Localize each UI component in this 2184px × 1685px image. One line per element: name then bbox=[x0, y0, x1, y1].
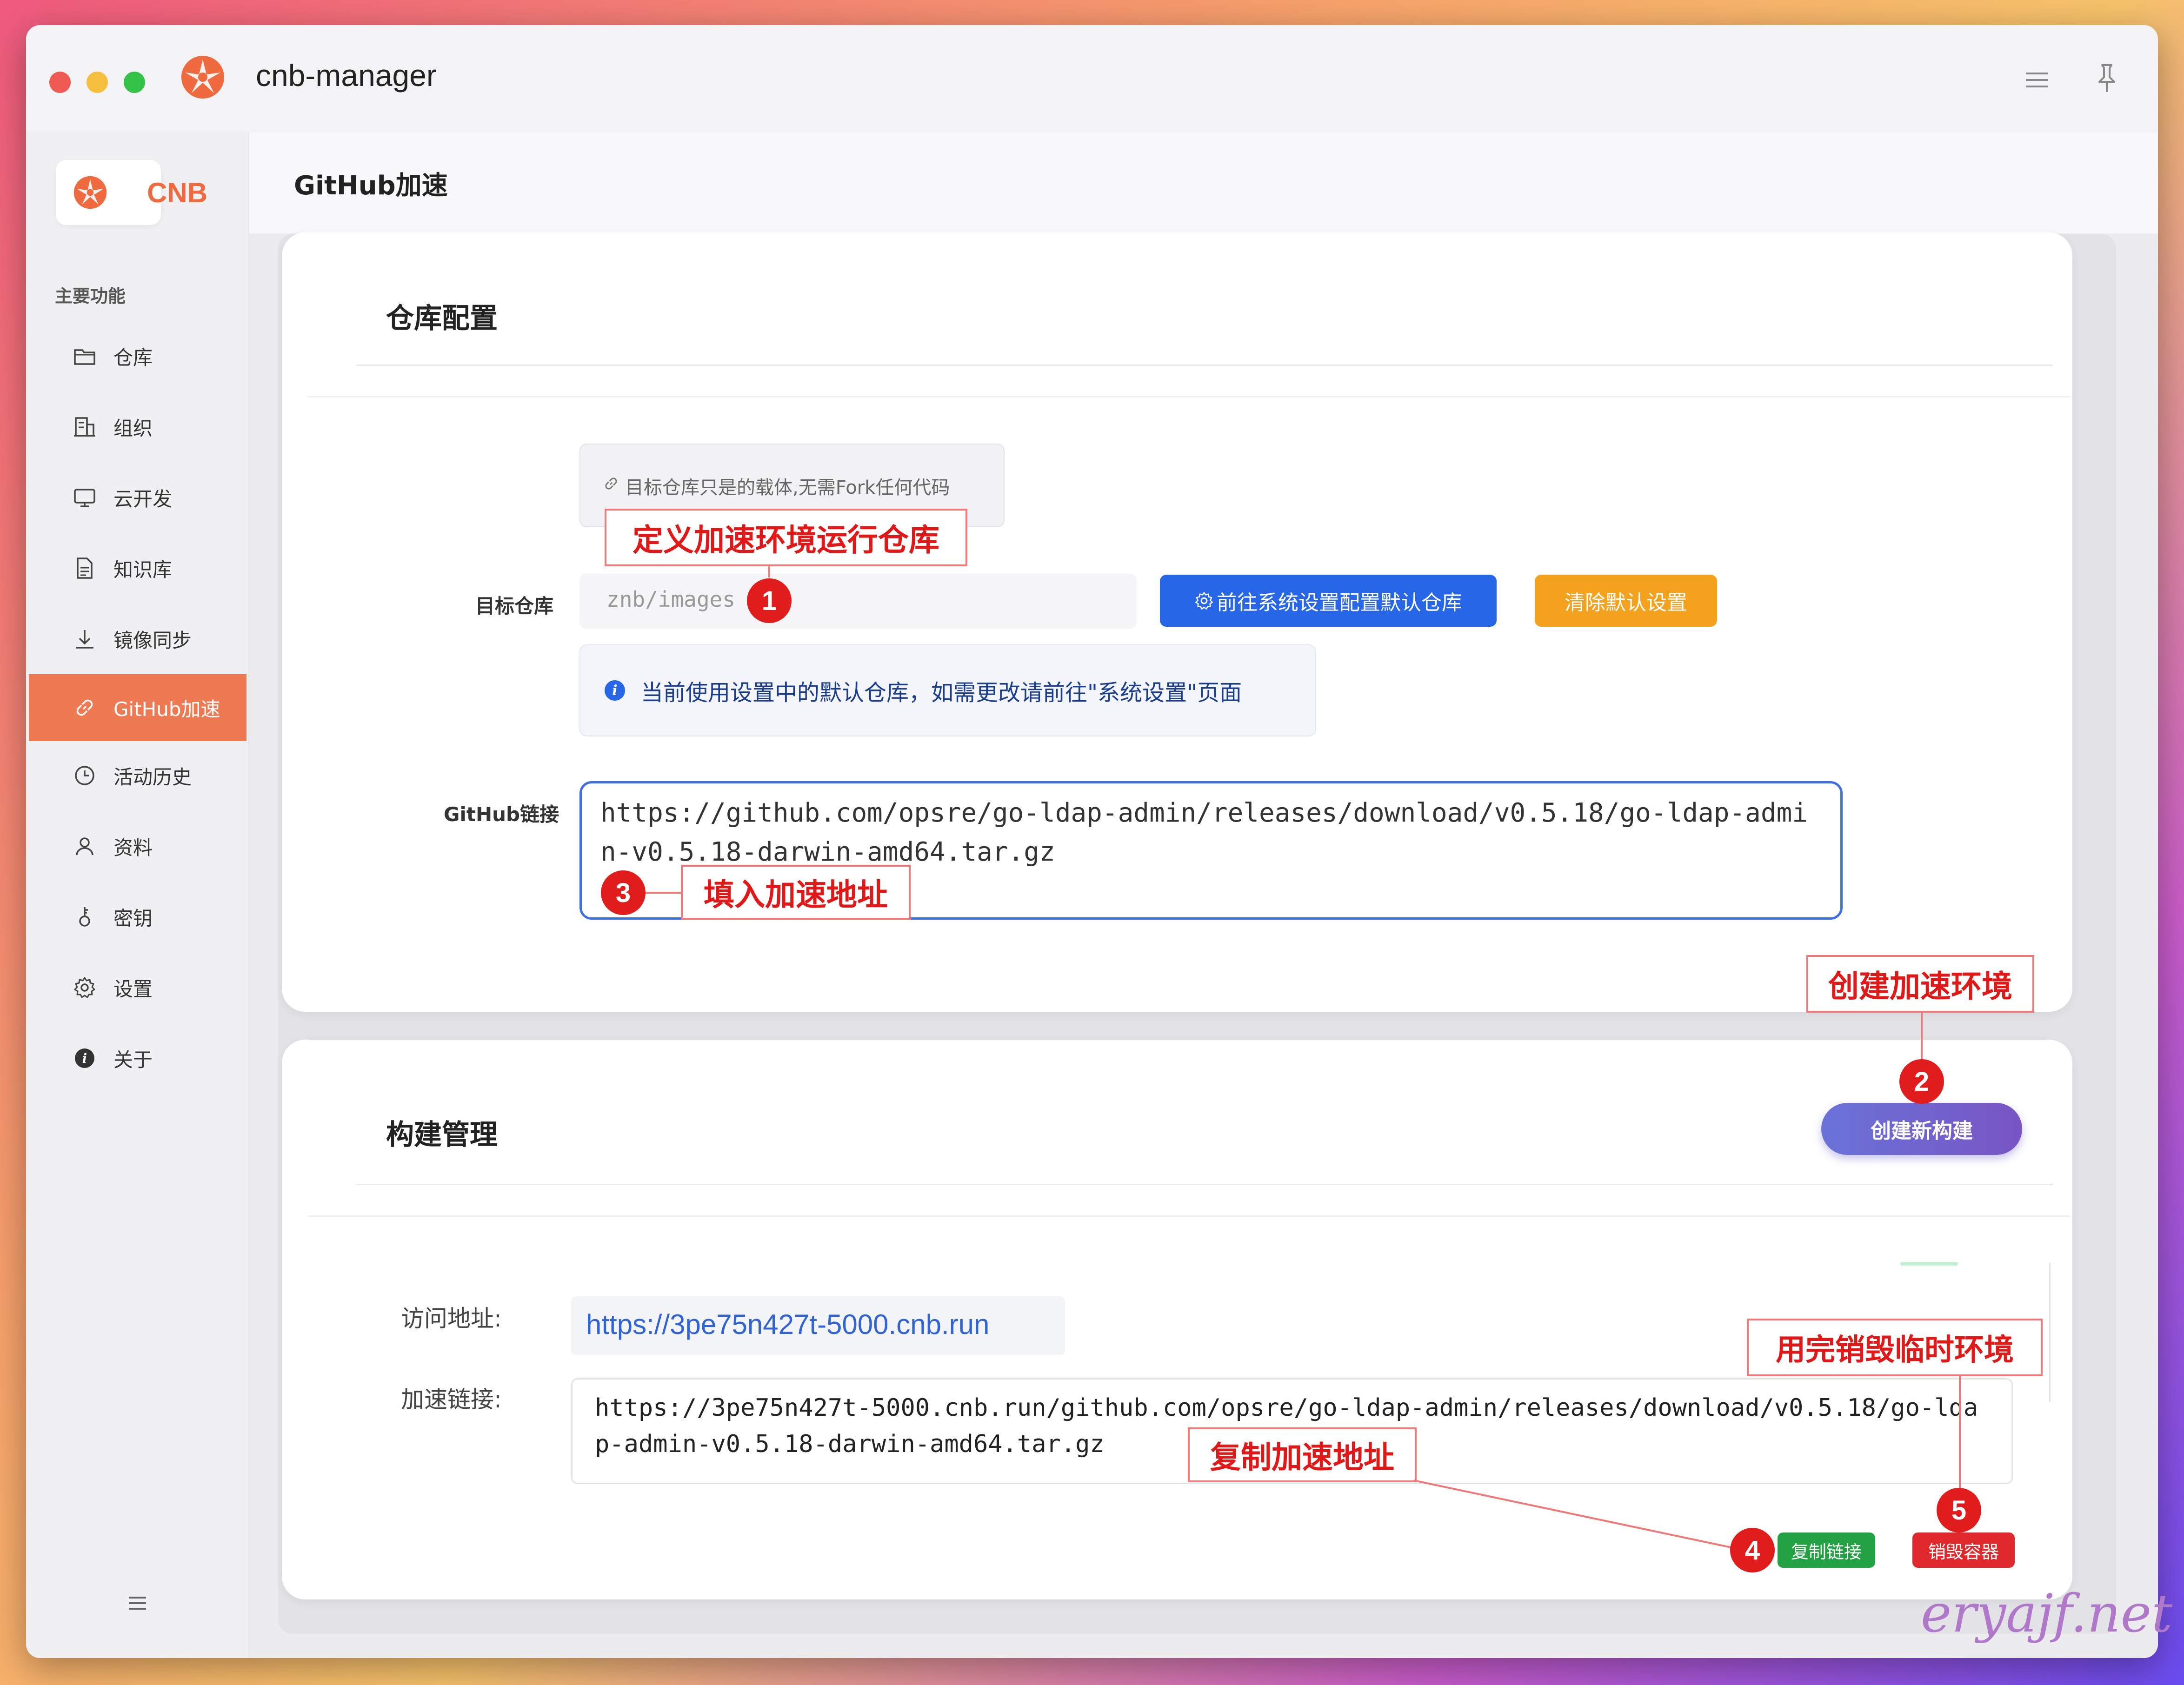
monitor-icon bbox=[72, 484, 98, 511]
gear-icon bbox=[1195, 592, 1213, 610]
divider bbox=[308, 396, 2071, 398]
annotation-callout-4: 复制加速地址 bbox=[1188, 1427, 1417, 1482]
brand-logo-icon bbox=[73, 176, 107, 209]
app-logo-icon bbox=[181, 56, 224, 99]
info-icon: i bbox=[605, 680, 625, 701]
pin-icon[interactable] bbox=[2093, 62, 2121, 95]
brand[interactable]: CNB bbox=[56, 160, 207, 225]
sidebar-item-label: GitHub加速 bbox=[113, 697, 220, 721]
sidebar-item-label: 云开发 bbox=[113, 487, 173, 511]
sidebar-item-label: 组织 bbox=[113, 417, 153, 440]
destroy-container-button[interactable]: 销毁容器 bbox=[1912, 1532, 2015, 1568]
divider bbox=[2049, 1263, 2051, 1402]
info-icon: i bbox=[72, 1045, 98, 1071]
page-title: GitHub加速 bbox=[294, 171, 448, 201]
document-icon bbox=[72, 555, 98, 581]
menu-icon[interactable] bbox=[2023, 66, 2051, 94]
sidebar-item-keys[interactable]: 密钥 bbox=[29, 883, 246, 950]
sidebar-collapse-icon[interactable] bbox=[124, 1594, 152, 1612]
sidebar-item-label: 知识库 bbox=[113, 558, 173, 581]
annotation-connector bbox=[1959, 1376, 1961, 1488]
goto-settings-button[interactable]: 前往系统设置配置默认仓库 bbox=[1160, 575, 1497, 627]
watermark: eryajf.net bbox=[1921, 1584, 2173, 1644]
status-indicator bbox=[1900, 1262, 1958, 1266]
goto-settings-label: 前往系统设置配置默认仓库 bbox=[1217, 591, 1462, 615]
sidebar-item-mirror-sync[interactable]: 镜像同步 bbox=[29, 605, 246, 672]
new-build-button[interactable]: 创建新构建 bbox=[1821, 1103, 2022, 1155]
copy-link-button[interactable]: 复制链接 bbox=[1778, 1532, 1875, 1568]
annotation-number-4: 4 bbox=[1730, 1528, 1775, 1572]
minimize-window-button[interactable] bbox=[87, 72, 108, 93]
github-link-label: GitHub链接 bbox=[444, 803, 559, 826]
repo-hint-text: 目标仓库只是的载体,无需Fork任何代码 bbox=[625, 477, 950, 498]
gear-icon bbox=[72, 975, 98, 1001]
divider bbox=[356, 365, 2053, 366]
clear-default-button[interactable]: 清除默认设置 bbox=[1535, 575, 1717, 627]
sidebar-item-github-accel[interactable]: GitHub加速 bbox=[29, 674, 246, 741]
build-mgmt-title: 构建管理 bbox=[386, 1119, 498, 1151]
sidebar-item-label: 关于 bbox=[113, 1048, 153, 1071]
building-icon bbox=[72, 414, 98, 440]
title-bar: cnb-manager bbox=[26, 25, 2158, 132]
sidebar-item-about[interactable]: i 关于 bbox=[29, 1025, 246, 1092]
sidebar-item-label: 活动历史 bbox=[113, 765, 192, 789]
svg-text:i: i bbox=[82, 1051, 87, 1066]
info-alert-text: 当前使用设置中的默认仓库，如需更改请前往"系统设置"页面 bbox=[641, 680, 1242, 706]
download-icon bbox=[72, 626, 98, 652]
link-icon bbox=[605, 478, 617, 490]
accel-link-label: 加速链接: bbox=[401, 1386, 502, 1413]
sidebar-item-knowledge[interactable]: 知识库 bbox=[29, 535, 246, 602]
sidebar-item-label: 设置 bbox=[113, 977, 153, 1001]
annotation-callout-5: 用完销毁临时环境 bbox=[1747, 1319, 2043, 1376]
maximize-window-button[interactable] bbox=[124, 72, 145, 93]
target-repo-label: 目标仓库 bbox=[475, 595, 554, 617]
annotation-number-3: 3 bbox=[601, 870, 646, 915]
sidebar-item-repo[interactable]: 仓库 bbox=[29, 323, 246, 390]
sidebar-section-title: 主要功能 bbox=[55, 286, 126, 306]
sidebar-item-profile[interactable]: 资料 bbox=[29, 813, 246, 880]
window-title: cnb-manager bbox=[256, 58, 437, 93]
page-header: GitHub加速 bbox=[249, 132, 2158, 234]
sidebar-item-org[interactable]: 组织 bbox=[29, 393, 246, 460]
sidebar-item-label: 镜像同步 bbox=[113, 629, 192, 652]
annotation-callout-2: 创建加速环境 bbox=[1806, 955, 2034, 1013]
annotation-connector bbox=[1414, 1479, 1745, 1551]
sidebar-item-cloud-dev[interactable]: 云开发 bbox=[29, 464, 246, 531]
target-repo-input[interactable]: znb/images bbox=[579, 574, 1137, 629]
sidebar-item-label: 密钥 bbox=[113, 907, 153, 930]
info-alert: i 当前使用设置中的默认仓库，如需更改请前往"系统设置"页面 bbox=[579, 644, 1316, 736]
annotation-number-1: 1 bbox=[747, 578, 792, 623]
brand-name: CNB bbox=[147, 177, 207, 208]
key-icon bbox=[72, 904, 98, 930]
sidebar-item-label: 仓库 bbox=[113, 346, 153, 369]
sidebar-item-settings[interactable]: 设置 bbox=[29, 954, 246, 1021]
repo-config-title: 仓库配置 bbox=[386, 302, 498, 335]
annotation-connector bbox=[646, 892, 681, 894]
visit-address-link[interactable]: https://3pe75n427t-5000.cnb.run bbox=[571, 1296, 1065, 1355]
annotation-callout-1: 定义加速环境运行仓库 bbox=[605, 509, 967, 566]
folder-icon bbox=[72, 343, 98, 369]
close-window-button[interactable] bbox=[49, 72, 71, 93]
sidebar: CNB 主要功能 仓库 组织 云开发 知识库 镜像同步 GitHub加速 活动历… bbox=[26, 132, 249, 1658]
annotation-number-2: 2 bbox=[1899, 1059, 1944, 1104]
annotation-number-5: 5 bbox=[1937, 1488, 1981, 1532]
visit-address-label: 访问地址: bbox=[401, 1305, 502, 1332]
sidebar-item-activity[interactable]: 活动历史 bbox=[29, 742, 246, 809]
sidebar-item-label: 资料 bbox=[113, 836, 153, 859]
annotation-callout-3: 填入加速地址 bbox=[681, 865, 911, 920]
clock-icon bbox=[72, 763, 98, 789]
link-icon bbox=[72, 695, 98, 721]
divider bbox=[308, 1215, 2071, 1217]
divider bbox=[356, 1184, 2053, 1185]
annotation-connector bbox=[1921, 1013, 1923, 1059]
user-icon bbox=[72, 833, 98, 859]
